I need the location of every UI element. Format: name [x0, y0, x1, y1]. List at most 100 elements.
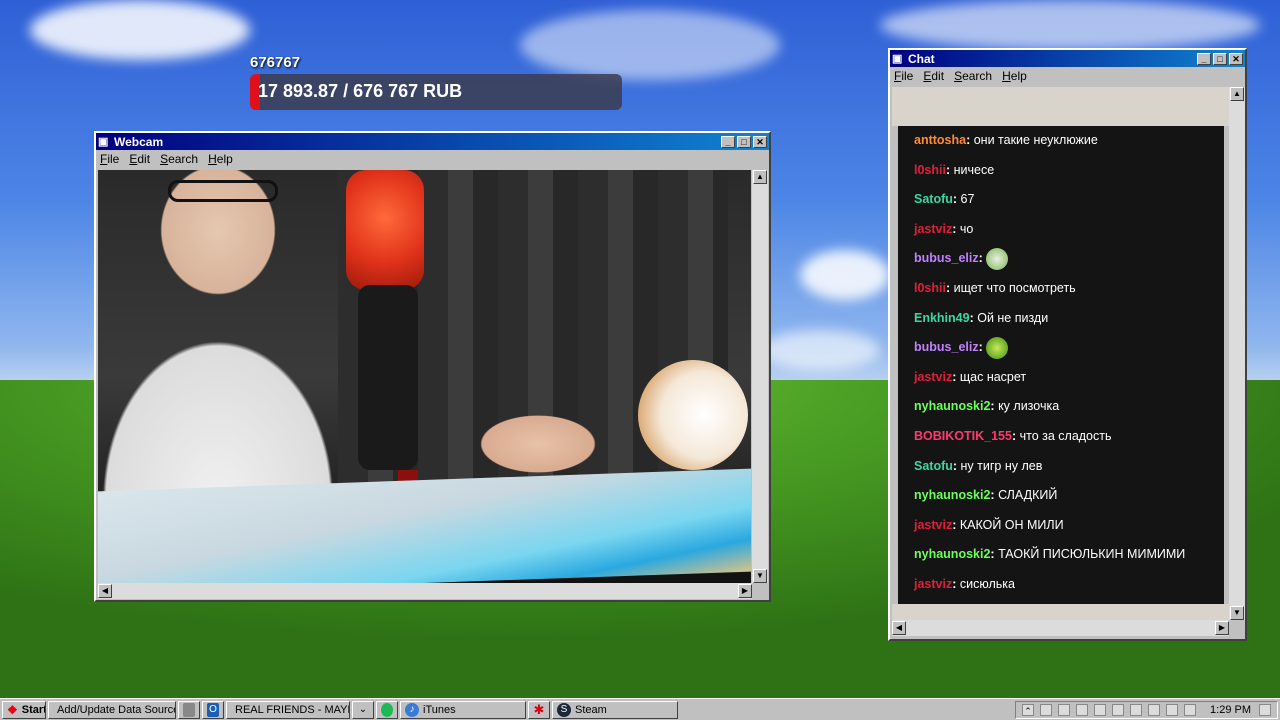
chat-username[interactable]: nyhaunoski2 — [914, 399, 990, 413]
chat-username[interactable]: anttosha — [914, 133, 966, 147]
menu-file[interactable]: File — [100, 152, 119, 166]
taskbar-button-chrome[interactable]: Add/Update Data Source... — [48, 700, 176, 719]
webcam-vertical-scrollbar[interactable]: ▲ ▼ — [752, 170, 768, 583]
menu-edit[interactable]: Edit — [129, 152, 150, 166]
menu-search[interactable]: Search — [954, 69, 992, 83]
chat-text: ничесе — [953, 162, 995, 177]
chat-horizontal-scrollbar[interactable]: ◀ ▶ — [892, 620, 1229, 636]
chat-message: jastviz: щас насрет — [914, 363, 1224, 393]
chat-username[interactable]: bubus_eliz — [914, 251, 979, 265]
taskbar-button-itunes[interactable]: ♪ iTunes — [400, 700, 526, 719]
chat-header-gap — [892, 87, 1229, 126]
cloud — [760, 330, 880, 370]
chat-menubar: File Edit Search Help — [890, 67, 1245, 85]
menu-help[interactable]: Help — [1002, 69, 1027, 83]
chat-username[interactable]: BOBIKOTIK_155 — [914, 429, 1012, 443]
scroll-down-arrow-icon[interactable]: ▼ — [1230, 606, 1244, 620]
taskbar-button-asterisk[interactable]: ✱ — [528, 700, 550, 719]
menu-file[interactable]: File — [894, 69, 913, 83]
tray-shield-icon[interactable] — [1058, 703, 1071, 716]
chat-titlebar[interactable]: ▣ Chat _ □ ✕ — [890, 50, 1245, 67]
chat-text: сисюлька — [959, 576, 1015, 591]
menu-help[interactable]: Help — [208, 152, 233, 166]
itunes-icon: ♪ — [405, 702, 419, 717]
chat-message: jastviz: сисюлька — [914, 570, 1224, 600]
tray-arrow-icon[interactable]: ⌃ — [1022, 703, 1035, 716]
chat-message: anttosha: они такие неуклюжие — [914, 126, 1224, 156]
menu-edit[interactable]: Edit — [923, 69, 944, 83]
chat-username[interactable]: nyhaunoski2 — [914, 488, 990, 502]
chat-separator: : — [990, 399, 999, 414]
chat-separator: : — [952, 221, 960, 236]
tray-battery-icon[interactable] — [1166, 703, 1179, 716]
window-app-icon: ▣ — [892, 52, 903, 65]
start-button[interactable]: ❖ Start — [2, 700, 46, 719]
chat-username[interactable]: bubus_eliz — [914, 340, 979, 354]
window-app-icon: ▣ — [98, 135, 109, 148]
close-button[interactable]: ✕ — [1229, 52, 1243, 65]
chat-message: nyhaunoski2: ку лизочка — [914, 392, 1224, 422]
chat-username[interactable]: jastviz — [914, 577, 952, 591]
donation-progress-bar: 17 893.87 / 676 767 RUB — [250, 74, 622, 110]
chat-message: bubus_eliz: — [914, 333, 1224, 363]
tray-update-icon[interactable] — [1148, 703, 1161, 716]
chat-username[interactable]: jastviz — [914, 518, 952, 532]
taskbar-button-label: Add/Update Data Source... — [57, 703, 176, 716]
tray-notification-icon[interactable] — [1259, 703, 1271, 716]
kitten — [638, 360, 748, 470]
chat-username[interactable]: Satofu — [914, 192, 953, 206]
scroll-up-arrow-icon[interactable]: ▲ — [1230, 87, 1244, 101]
scroll-left-arrow-icon[interactable]: ◀ — [892, 621, 906, 635]
chat-text: щас насрет — [959, 369, 1027, 384]
scroll-down-arrow-icon[interactable]: ▼ — [753, 569, 767, 583]
webcam-menubar: File Edit Search Help — [96, 150, 769, 168]
webcam-horizontal-scrollbar[interactable]: ◀ ▶ — [98, 583, 752, 599]
chat-message: l0shii: ищет что посмотреть — [914, 274, 1224, 304]
cloud — [880, 0, 1260, 50]
maximize-button[interactable]: □ — [737, 135, 751, 148]
tray-speaker-icon[interactable] — [1130, 703, 1143, 716]
tray-display-icon[interactable] — [1112, 703, 1125, 716]
donation-progress-text: 17 893.87 / 676 767 RUB — [258, 81, 463, 101]
close-button[interactable]: ✕ — [753, 135, 767, 148]
chat-message: nyhaunoski2: СЛАДКИЙ — [914, 481, 1224, 511]
chat-username[interactable]: l0shii — [914, 163, 946, 177]
taskbar-button-outlook[interactable]: O — [202, 700, 224, 719]
taskbar-button-chevron[interactable]: ⌄ — [352, 700, 374, 719]
asterisk-icon: ✱ — [533, 701, 545, 717]
tray-settings-icon[interactable] — [1076, 703, 1089, 716]
chat-username[interactable]: jastviz — [914, 222, 952, 236]
tray-volume-icon[interactable] — [1184, 703, 1197, 716]
minimize-button[interactable]: _ — [721, 135, 735, 148]
webcam-titlebar[interactable]: ▣ Webcam _ □ ✕ — [96, 133, 769, 150]
microphone-body — [358, 285, 418, 470]
scroll-up-arrow-icon[interactable]: ▲ — [753, 170, 767, 184]
tray-network-icon[interactable] — [1040, 703, 1053, 716]
chat-text: они такие неуклюжие — [973, 133, 1098, 147]
minimize-button[interactable]: _ — [1197, 52, 1211, 65]
maximize-button[interactable]: □ — [1213, 52, 1227, 65]
chat-username[interactable]: nyhaunoski2 — [914, 547, 990, 561]
chat-username[interactable]: jastviz — [914, 370, 952, 384]
chat-text: что за сладость — [1019, 428, 1112, 443]
chat-vertical-scrollbar[interactable]: ▲ ▼ — [1229, 87, 1245, 620]
taskbar-button-calculator[interactable] — [178, 700, 200, 719]
chat-text: СЛАДКИЙ — [998, 488, 1058, 503]
scroll-right-arrow-icon[interactable]: ▶ — [1215, 621, 1229, 635]
taskbar-button-spotify[interactable] — [376, 700, 398, 719]
chat-username[interactable]: Enkhin49 — [914, 311, 970, 325]
chat-window: ▣ Chat _ □ ✕ File Edit Search Help antto… — [888, 48, 1247, 641]
taskbar-button-folder[interactable]: REAL FRIENDS - MAYB... — [226, 700, 350, 719]
scroll-right-arrow-icon[interactable]: ▶ — [738, 584, 752, 598]
clock[interactable]: 1:29 PM — [1210, 704, 1251, 716]
chat-username[interactable]: Satofu — [914, 459, 953, 473]
chat-message: Satofu: 67 — [914, 185, 1224, 215]
chat-text: ну тигр ну лев — [960, 458, 1043, 473]
taskbar-button-steam[interactable]: S Steam — [552, 700, 678, 719]
scroll-left-arrow-icon[interactable]: ◀ — [98, 584, 112, 598]
menu-search[interactable]: Search — [160, 152, 198, 166]
chat-message: nyhaunoski2: ТАОКЙ ПИСЮЛЬКИН МИМИМИ — [914, 540, 1224, 570]
tray-app-icon[interactable] — [1094, 703, 1107, 716]
chat-separator: : — [952, 576, 960, 591]
chat-username[interactable]: l0shii — [914, 281, 946, 295]
